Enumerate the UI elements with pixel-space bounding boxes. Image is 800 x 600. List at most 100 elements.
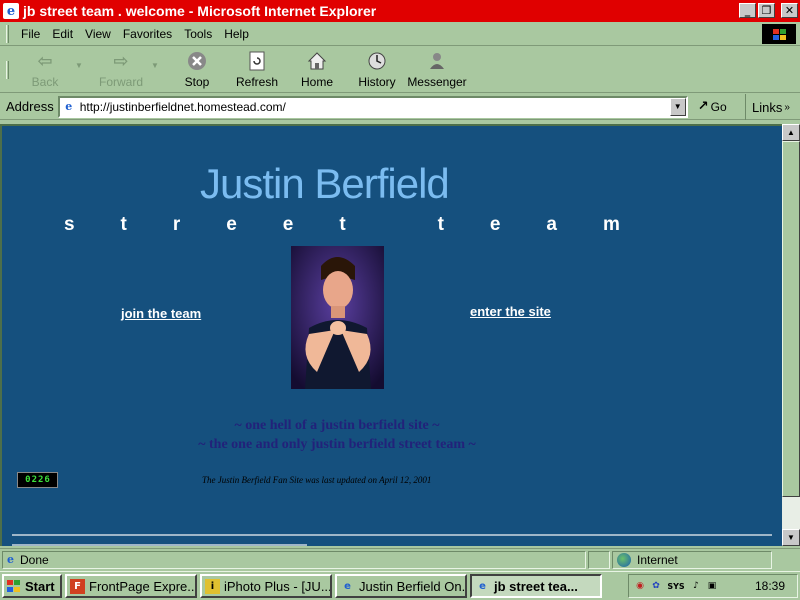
scroll-thumb[interactable] [782,141,800,497]
page-title: Justin Berfield [200,160,450,207]
subtitle-letter: a [546,214,557,235]
hit-counter: 0 2 2 6 [17,472,58,488]
links-button[interactable]: Links » [745,94,800,120]
task-label: jb street tea... [494,578,578,594]
tray-sys-icon[interactable]: SYS [665,579,687,593]
page-icon: e [65,99,73,113]
refresh-icon [246,50,268,72]
home-icon [306,50,328,72]
globe-icon [617,552,631,567]
taskbar: Start F FrontPage Expre... i iPhoto Plus… [0,571,800,600]
status-panel [588,550,610,569]
tagline-1: ~ one hell of a justin berfield site ~ [234,418,440,433]
menu-edit[interactable]: Edit [52,27,73,41]
forward-button[interactable]: ⇨ Forward [91,48,151,92]
close-button[interactable]: ✕ [781,3,798,18]
vertical-scrollbar[interactable]: ▲ ▼ [782,124,800,546]
chevron-right-icon: » [784,101,790,113]
counter-digit: 0 [25,475,31,485]
page-content: Justin Berfield s t r e e t t e a m join… [0,124,782,546]
subtitle-letter: s [64,214,75,235]
scroll-up-icon[interactable]: ▲ [782,124,800,141]
restore-button[interactable]: ❐ [758,3,775,18]
menu-view[interactable]: View [85,27,111,41]
stop-label: Stop [184,75,210,89]
refresh-button[interactable]: Refresh [227,48,287,92]
url-input[interactable] [79,99,670,114]
subtitle-letter: r [172,214,181,235]
subtitle-letter: t [339,214,346,235]
messenger-button[interactable]: Messenger [407,48,467,92]
messenger-icon [426,50,448,72]
scroll-down-icon[interactable]: ▼ [782,529,800,546]
forward-label: Forward [98,75,143,89]
counter-digit: 2 [31,475,37,485]
go-label: Go [710,99,727,114]
task-label: iPhoto Plus - [JU... [224,578,332,594]
network-icon[interactable]: ▣ [705,579,719,593]
history-button[interactable]: History [347,48,407,92]
toolbar-grip[interactable] [6,24,9,43]
windows-logo-icon [762,24,796,44]
refresh-label: Refresh [235,75,279,89]
ie-icon: e [479,580,486,592]
taskbar-item-jb-street-team[interactable]: e jb street tea... [470,574,602,598]
task-label: Justin Berfield On... [359,578,467,594]
status-text: Done [20,552,49,567]
home-button[interactable]: Home [287,48,347,92]
counter-digit: 2 [38,475,44,485]
back-dropdown-icon[interactable]: ▼ [75,61,91,70]
subtitle-letter: e [226,214,237,235]
standard-toolbar: ⇦ Back ▼ ⇨ Forward ▼ Stop Refresh Home H… [0,47,800,93]
forward-arrow-icon: ⇨ [113,50,129,72]
menu-tools[interactable]: Tools [184,27,212,41]
history-icon [366,50,388,72]
system-tray: ◉ ✿ SYS ♪ ▣ 18:39 [628,574,798,598]
menu-help[interactable]: Help [224,27,249,41]
subtitle-letter: e [489,214,501,235]
horizontal-rule [12,544,307,546]
ie-icon[interactable]: e [3,3,19,19]
back-button[interactable]: ⇦ Back [15,48,75,92]
taskbar-item-iphoto[interactable]: i iPhoto Plus - [JU... [200,574,332,598]
status-text-panel: e Done [2,550,586,569]
status-bar: e Done Internet [0,548,800,570]
history-label: History [358,75,396,89]
window-controls: _ ❐ ✕ [739,3,798,18]
messenger-label: Messenger [407,75,467,89]
address-label: Address [6,99,54,114]
forward-dropdown-icon[interactable]: ▼ [151,61,167,70]
start-button[interactable]: Start [2,574,62,598]
go-button[interactable]: ↗ Go [698,99,727,114]
ie-icon: e [344,580,351,592]
taskbar-item-frontpage[interactable]: F FrontPage Expre... [65,574,197,598]
subtitle-letter: t [437,214,444,235]
page-subtitle: s t r e e t t e a m [64,214,620,236]
go-arrow-icon: ↗ [697,99,709,114]
enter-the-site-link[interactable]: enter the site [470,304,551,319]
join-the-team-link[interactable]: join the team [121,306,201,321]
counter-digit: 6 [44,475,50,485]
stop-button[interactable]: Stop [167,48,227,92]
menu-file[interactable]: File [21,27,40,41]
minimize-button[interactable]: _ [739,3,756,18]
menu-bar: File Edit View Favorites Tools Help [0,22,800,46]
horizontal-rule [12,534,772,536]
menu-favorites[interactable]: Favorites [123,27,172,41]
back-label: Back [31,75,59,89]
address-bar: Address e ▼ ↗ Go Links » [0,94,800,120]
subtitle-letter: t [120,214,127,235]
windows-logo-icon [7,580,21,592]
taskbar-item-justin-berfield-online[interactable]: e Justin Berfield On... [335,574,467,598]
address-field[interactable]: e ▼ [57,95,688,118]
justin-berfield-photo [291,246,384,389]
toolbar-grip[interactable] [6,60,9,79]
address-dropdown-icon[interactable]: ▼ [669,97,686,116]
clock[interactable]: 18:39 [755,579,785,593]
volume-icon[interactable]: ♪ [689,579,703,593]
start-label: Start [25,578,55,594]
tray-app-icon[interactable]: ✿ [649,579,663,593]
zone-text: Internet [637,552,678,567]
last-updated-text: The Justin Berfield Fan Site was last up… [202,475,432,485]
tray-app-icon[interactable]: ◉ [633,579,647,593]
